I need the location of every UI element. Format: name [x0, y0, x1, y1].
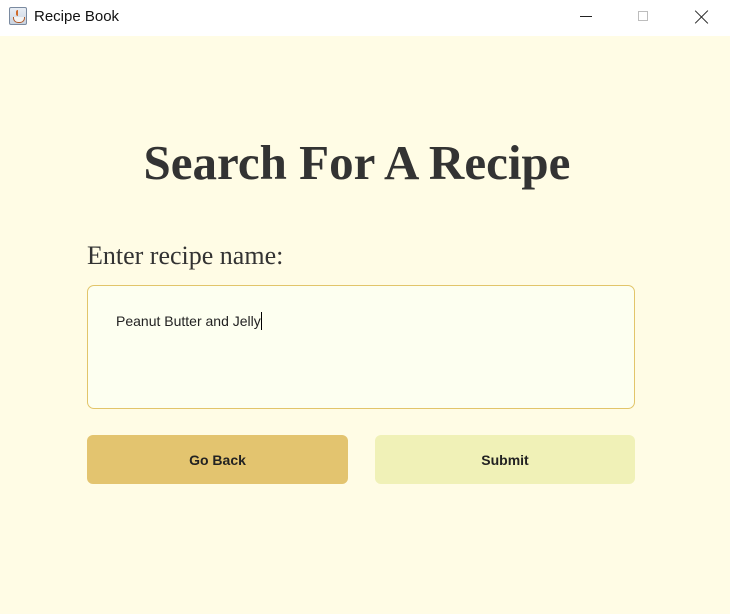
recipe-name-label: Enter recipe name: [87, 241, 284, 270]
window-title: Recipe Book [34, 8, 120, 25]
java-app-icon [9, 7, 27, 25]
go-back-button[interactable]: Go Back [87, 435, 348, 484]
submit-button[interactable]: Submit [375, 435, 635, 484]
close-button[interactable] [679, 0, 725, 33]
content-panel: Search For A Recipe Enter recipe name: P… [0, 36, 730, 614]
minimize-icon [580, 16, 592, 17]
maximize-icon [638, 11, 648, 21]
title-bar: Recipe Book [0, 0, 730, 36]
recipe-name-value: Peanut Butter and Jelly [116, 313, 261, 329]
maximize-button[interactable] [620, 0, 666, 33]
recipe-name-input[interactable]: Peanut Butter and Jelly [87, 285, 635, 409]
minimize-button[interactable] [563, 0, 609, 33]
close-icon [695, 10, 709, 24]
page-title: Search For A Recipe [143, 135, 571, 190]
text-caret [260, 312, 262, 330]
